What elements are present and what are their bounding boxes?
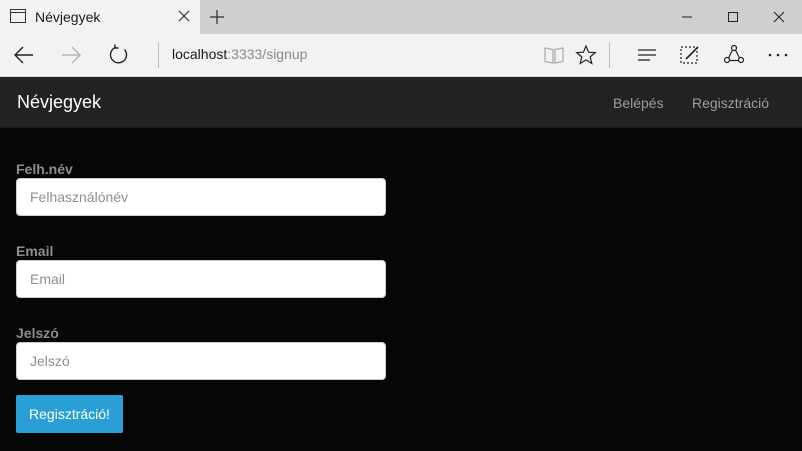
minimize-button[interactable]	[664, 0, 710, 34]
page-content: Névjegyek Belépés Regisztráció Felh.név …	[0, 77, 802, 451]
book-icon	[544, 47, 564, 64]
reading-view-button[interactable]	[538, 40, 570, 70]
navbar-brand[interactable]: Névjegyek	[17, 92, 101, 113]
close-icon	[773, 11, 785, 23]
username-input[interactable]	[16, 178, 386, 216]
password-input[interactable]	[16, 342, 386, 380]
more-button[interactable]	[762, 40, 794, 70]
hub-button[interactable]	[631, 40, 663, 70]
address-separator	[158, 42, 159, 68]
maximize-button[interactable]	[710, 0, 756, 34]
favorite-button[interactable]	[570, 40, 602, 70]
password-label: Jelszó	[16, 325, 59, 341]
title-bar: Névjegyek	[0, 0, 802, 34]
maximize-icon	[728, 12, 738, 22]
web-note-icon	[680, 46, 699, 64]
browser-tab[interactable]: Névjegyek	[0, 0, 200, 34]
register-submit-button[interactable]: Regisztráció!	[16, 395, 123, 433]
refresh-button[interactable]	[103, 40, 135, 70]
username-label: Felh.név	[16, 161, 73, 177]
more-dots-icon	[768, 53, 788, 57]
close-tab-icon[interactable]	[178, 10, 190, 22]
toolbar-separator	[609, 42, 610, 68]
web-note-button[interactable]	[674, 40, 706, 70]
url-host: localhost	[172, 46, 228, 62]
star-icon	[575, 44, 597, 65]
forward-arrow-icon	[62, 46, 81, 64]
back-button[interactable]	[8, 40, 40, 70]
hub-lines-icon	[638, 49, 656, 61]
forward-button[interactable]	[55, 40, 87, 70]
tab-title: Névjegyek	[35, 9, 101, 25]
page-icon	[10, 9, 26, 23]
minimize-icon	[682, 16, 692, 18]
email-input[interactable]	[16, 260, 386, 298]
share-icon	[723, 44, 745, 64]
url-path: :3333/signup	[227, 46, 308, 62]
address-bar[interactable]: localhost:3333/signup	[172, 46, 307, 62]
close-window-button[interactable]	[756, 0, 802, 34]
back-arrow-icon	[14, 46, 33, 64]
share-button[interactable]	[718, 40, 750, 70]
refresh-icon	[109, 44, 128, 64]
navbar: Névjegyek Belépés Regisztráció	[0, 77, 802, 128]
browser-toolbar: localhost:3333/signup	[0, 34, 802, 77]
nav-link-login[interactable]: Belépés	[613, 95, 664, 111]
email-label: Email	[16, 243, 54, 259]
nav-link-register[interactable]: Regisztráció	[692, 95, 769, 111]
new-tab-icon[interactable]	[208, 8, 226, 26]
